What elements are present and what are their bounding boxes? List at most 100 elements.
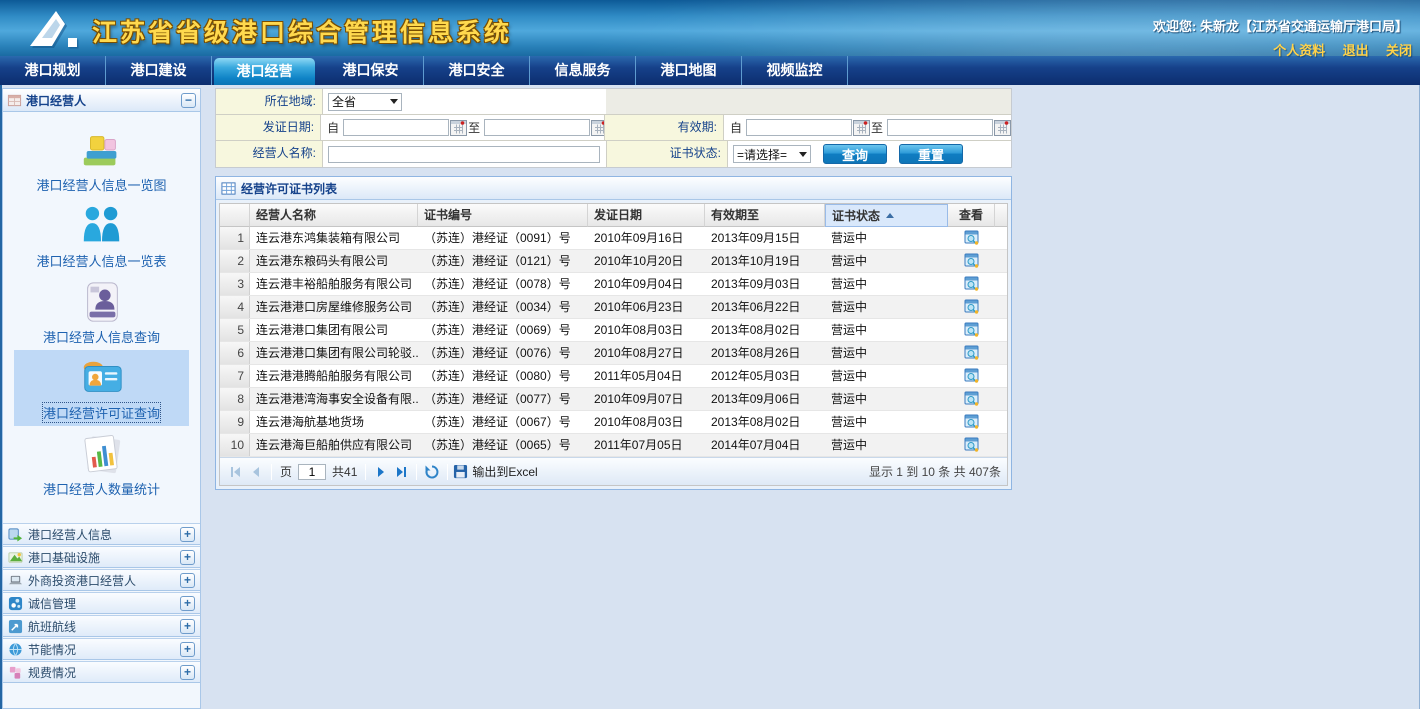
column-header-view[interactable]: 查看	[948, 204, 995, 227]
validity-to-input[interactable]	[887, 119, 993, 136]
table-row[interactable]: 3 连云港丰裕船舶服务有限公司 （苏连）港经证（0078）号 2010年09月0…	[220, 273, 1007, 296]
reset-button[interactable]: 重置	[899, 144, 963, 164]
nav-tab[interactable]: 港口建设	[106, 56, 212, 85]
table-row[interactable]: 7 连云港港腾船舶服务有限公司 （苏连）港经证（0080）号 2011年05月0…	[220, 365, 1007, 388]
prev-page-icon[interactable]	[248, 464, 264, 480]
page-number-input[interactable]	[298, 464, 326, 480]
sidebar: 港口经营人 − 港口经营人信息一览图 港口经营人信息一览表 港口经营人信息查询 …	[2, 88, 201, 709]
table-row[interactable]: 1 连云港东鸿集装箱有限公司 （苏连）港经证（0091）号 2010年09月16…	[220, 227, 1007, 250]
cell-cert-no: （苏连）港经证（0078）号	[418, 273, 588, 295]
collapse-panel-button[interactable]: −	[181, 93, 196, 108]
expand-module-button[interactable]: +	[180, 665, 195, 680]
column-header-valid-until[interactable]: 有效期至	[705, 204, 825, 227]
sidebar-item[interactable]: 港口经营人信息一览图	[14, 122, 189, 198]
table-row[interactable]: 6 连云港港口集团有限公司轮驳... （苏连）港经证（0076）号 2010年0…	[220, 342, 1007, 365]
issue-date-to-input[interactable]	[484, 119, 590, 136]
expand-module-button[interactable]: +	[180, 642, 195, 657]
column-header-issue-date[interactable]: 发证日期	[588, 204, 705, 227]
sidebar-panel-title: 港口经营人	[26, 92, 181, 109]
row-number: 10	[220, 434, 250, 456]
expand-module-button[interactable]: +	[180, 596, 195, 611]
cell-cert-no: （苏连）港经证（0091）号	[418, 227, 588, 249]
idcard-contact-icon	[79, 279, 125, 325]
calendar-icon[interactable]	[450, 119, 467, 136]
main-navbar: 港口规划港口建设港口经营港口保安港口安全信息服务港口地图视频监控	[0, 56, 1420, 85]
cell-status: 营运中	[825, 273, 948, 295]
operator-name-input[interactable]	[328, 146, 600, 163]
view-icon[interactable]	[964, 391, 980, 407]
profile-link[interactable]: 个人资料	[1273, 43, 1325, 58]
sidebar-module-bar[interactable]: 诚信管理 +	[3, 592, 200, 614]
region-select[interactable]: 全省	[328, 93, 402, 111]
row-number: 9	[220, 411, 250, 433]
welcome-text: 欢迎您: 朱新龙【江苏省交通运输厅港口局】	[1153, 16, 1408, 35]
calendar-icon[interactable]	[994, 119, 1011, 136]
table-row[interactable]: 8 连云港港湾海事安全设备有限... （苏连）港经证（0077）号 2010年0…	[220, 388, 1007, 411]
sidebar-item[interactable]: 港口经营人信息查询	[14, 274, 189, 350]
table-row[interactable]: 2 连云港东粮码头有限公司 （苏连）港经证（0121）号 2010年10月20日…	[220, 250, 1007, 273]
export-excel-button[interactable]: 输出到Excel	[453, 463, 537, 480]
expand-module-button[interactable]: +	[180, 527, 195, 542]
expand-module-button[interactable]: +	[180, 619, 195, 634]
first-page-icon[interactable]	[228, 464, 244, 480]
last-page-icon[interactable]	[393, 464, 409, 480]
cert-status-label: 证书状态:	[606, 141, 728, 167]
nav-tab[interactable]: 港口规划	[0, 56, 106, 85]
nav-tab[interactable]: 港口保安	[318, 56, 424, 85]
cell-issue-date: 2011年05月04日	[588, 365, 705, 387]
sidebar-module-bar[interactable]: 港口基础设施 +	[3, 546, 200, 568]
validity-label: 有效期:	[604, 115, 724, 140]
expand-module-button[interactable]: +	[180, 550, 195, 565]
from-label: 自	[327, 119, 339, 136]
issue-date-from-input[interactable]	[343, 119, 449, 136]
view-icon[interactable]	[964, 368, 980, 384]
sidebar-item[interactable]: 港口经营人数量统计	[14, 426, 189, 502]
view-icon[interactable]	[964, 299, 980, 315]
view-icon[interactable]	[964, 253, 980, 269]
header-links: 个人资料 退出 关闭	[1259, 40, 1412, 59]
validity-from-input[interactable]	[746, 119, 852, 136]
sidebar-module-bar[interactable]: 航班航线 +	[3, 615, 200, 637]
column-header-operator[interactable]: 经营人名称	[250, 204, 418, 227]
cell-operator-name: 连云港港口集团有限公司轮驳...	[250, 342, 418, 364]
view-icon[interactable]	[964, 345, 980, 361]
view-icon[interactable]	[964, 322, 980, 338]
view-icon[interactable]	[964, 414, 980, 430]
column-header-status-sorted[interactable]: 证书状态	[825, 204, 948, 227]
view-icon[interactable]	[964, 230, 980, 246]
table-row[interactable]: 9 连云港海航基地货场 （苏连）港经证（0067）号 2010年08月03日 2…	[220, 411, 1007, 434]
table-row[interactable]: 4 连云港港口房屋维修服务公司 （苏连）港经证（0034）号 2010年06月2…	[220, 296, 1007, 319]
cell-operator-name: 连云港港口房屋维修服务公司	[250, 296, 418, 318]
expand-module-button[interactable]: +	[180, 573, 195, 588]
nav-tab-active[interactable]: 港口经营	[212, 56, 318, 85]
sidebar-module-bar[interactable]: 规费情况 +	[3, 661, 200, 683]
nav-tab[interactable]: 视频监控	[742, 56, 848, 85]
cell-valid-until: 2013年10月19日	[705, 250, 825, 272]
operator-name-label: 经营人名称:	[216, 141, 323, 167]
nav-tab[interactable]: 港口安全	[424, 56, 530, 85]
nav-tab[interactable]: 信息服务	[530, 56, 636, 85]
sidebar-item[interactable]: 港口经营许可证查询	[14, 350, 189, 426]
sidebar-module-bar[interactable]: 港口经营人信息 +	[3, 523, 200, 545]
query-button[interactable]: 查询	[823, 144, 887, 164]
nav-tab[interactable]: 港口地图	[636, 56, 742, 85]
certificate-list-panel: 经营许可证书列表 经营人名称 证书编号 发证日期 有效期至 证书状态 查看	[215, 176, 1012, 490]
cell-issue-date: 2010年09月07日	[588, 388, 705, 410]
logout-link[interactable]: 退出	[1343, 43, 1369, 58]
table-row[interactable]: 10 连云港海巨船舶供应有限公司 （苏连）港经证（0065）号 2011年07月…	[220, 434, 1007, 457]
row-number: 7	[220, 365, 250, 387]
column-header-cert-no[interactable]: 证书编号	[418, 204, 588, 227]
cert-status-select[interactable]: =请选择=	[733, 145, 811, 163]
close-link[interactable]: 关闭	[1386, 43, 1412, 58]
pager-summary: 显示 1 到 10 条 共 407条	[869, 463, 1001, 480]
view-icon[interactable]	[964, 276, 980, 292]
sidebar-module-bar[interactable]: 节能情况 +	[3, 638, 200, 660]
table-row[interactable]: 5 连云港港口集团有限公司 （苏连）港经证（0069）号 2010年08月03日…	[220, 319, 1007, 342]
sidebar-module-bar[interactable]: 外商投资港口经营人 +	[3, 569, 200, 591]
view-icon[interactable]	[964, 437, 980, 453]
refresh-icon[interactable]	[424, 464, 440, 480]
sidebar-item[interactable]: 港口经营人信息一览表	[14, 198, 189, 274]
next-page-icon[interactable]	[373, 464, 389, 480]
cell-issue-date: 2010年09月16日	[588, 227, 705, 249]
calendar-icon[interactable]	[853, 119, 870, 136]
